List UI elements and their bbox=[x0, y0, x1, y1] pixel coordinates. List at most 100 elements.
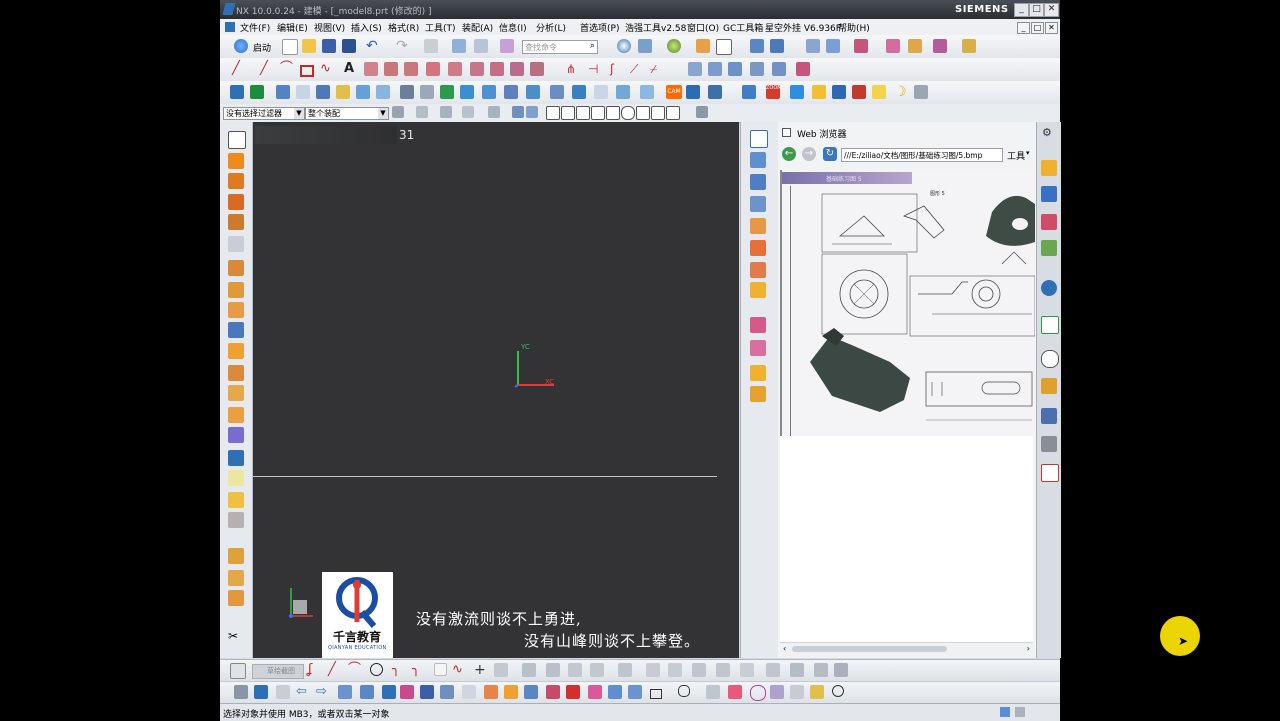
boolean-icon[interactable] bbox=[228, 450, 244, 466]
forward-icon[interactable]: → bbox=[802, 147, 816, 161]
snap-control-icon[interactable] bbox=[576, 106, 590, 120]
datum-csys-icon[interactable] bbox=[228, 282, 244, 298]
part-navigator-icon[interactable] bbox=[750, 174, 766, 190]
snap-intersection-icon[interactable] bbox=[591, 106, 605, 120]
roles-tab-icon[interactable] bbox=[1041, 408, 1057, 424]
snapshot-icon[interactable] bbox=[628, 685, 642, 699]
reuse-library-tab-icon[interactable] bbox=[1041, 240, 1057, 256]
close-button[interactable]: ✕ bbox=[1044, 3, 1059, 17]
reuse-library-icon[interactable] bbox=[750, 196, 766, 212]
delete-face-icon[interactable] bbox=[228, 385, 244, 401]
constraint-icon[interactable] bbox=[854, 39, 868, 53]
role-icon[interactable] bbox=[750, 365, 766, 381]
snap-midpoint-icon[interactable] bbox=[561, 106, 575, 120]
start-label[interactable]: 启动 bbox=[253, 41, 271, 54]
patch-icon[interactable] bbox=[228, 570, 244, 586]
point-icon[interactable] bbox=[228, 302, 244, 318]
tube-icon[interactable] bbox=[228, 492, 244, 508]
sketch-auto-constrain-icon[interactable] bbox=[716, 663, 730, 677]
palette-icon[interactable] bbox=[750, 386, 766, 402]
project-curve-icon[interactable] bbox=[384, 62, 398, 76]
pad-icon[interactable] bbox=[336, 85, 350, 99]
web-browser-icon[interactable] bbox=[750, 240, 766, 256]
layer-icon[interactable] bbox=[750, 39, 764, 53]
menu-file[interactable]: 文件(F) bbox=[240, 21, 270, 34]
snap-on-curve-icon[interactable] bbox=[651, 106, 665, 120]
chamfer-icon[interactable] bbox=[460, 85, 474, 99]
snap-existing-point-icon[interactable] bbox=[636, 106, 650, 120]
sketch-plane-icon[interactable] bbox=[228, 131, 246, 149]
web-browser-tab-icon[interactable] bbox=[1041, 316, 1059, 334]
moon-icon[interactable]: ☽ bbox=[894, 85, 908, 99]
sketch-finish-icon[interactable] bbox=[230, 663, 246, 679]
constraint-nav-tab-icon[interactable] bbox=[1041, 186, 1057, 202]
cam-icon[interactable]: CAM bbox=[666, 85, 682, 99]
text-icon[interactable]: A bbox=[344, 62, 358, 76]
browser-tools-menu[interactable]: 工具 bbox=[1007, 149, 1025, 162]
system-scene-tab-icon[interactable] bbox=[1041, 436, 1057, 452]
cylinder-icon[interactable] bbox=[228, 173, 244, 189]
sketch-spline-icon[interactable]: ∿ bbox=[452, 663, 466, 677]
block-icon[interactable] bbox=[228, 153, 244, 169]
manufacturing-wizard-icon[interactable] bbox=[750, 340, 766, 356]
lasso-select-icon[interactable] bbox=[706, 685, 720, 699]
calculator-icon[interactable] bbox=[872, 85, 886, 99]
sketch-icon[interactable] bbox=[742, 85, 756, 99]
cut-icon[interactable] bbox=[424, 39, 438, 53]
show-icon[interactable] bbox=[484, 685, 498, 699]
panel-pin-icon[interactable] bbox=[782, 128, 791, 137]
pmi-icon[interactable] bbox=[708, 85, 722, 99]
surface-edit-icon[interactable] bbox=[796, 62, 810, 76]
draft-icon[interactable] bbox=[482, 85, 496, 99]
find-icon[interactable] bbox=[500, 39, 514, 53]
menu-assembly[interactable]: 装配(A) bbox=[462, 21, 493, 34]
start-icon[interactable] bbox=[234, 39, 248, 53]
wrap-icon[interactable] bbox=[228, 548, 244, 564]
sketch-name-select[interactable]: 草绘截图 bbox=[252, 664, 304, 679]
manufacturing-icon[interactable] bbox=[686, 85, 700, 99]
save-as-icon[interactable] bbox=[342, 39, 356, 53]
graphics-viewport[interactable]: 31 YC XC 千言教育 QIANYAN EDUCATION 没有激流则谈不上… bbox=[253, 122, 739, 658]
history-icon[interactable] bbox=[750, 262, 766, 278]
menu-analysis[interactable]: 分析(L) bbox=[536, 21, 566, 34]
menu-gc-toolbox[interactable]: GC工具箱 bbox=[723, 21, 763, 34]
sketch-extend-icon[interactable] bbox=[546, 663, 560, 677]
suppress-icon[interactable] bbox=[382, 685, 396, 699]
sketch-point-icon[interactable]: + bbox=[474, 663, 488, 677]
arc-icon[interactable]: ⌒ bbox=[280, 62, 294, 76]
color-filter-icon[interactable] bbox=[462, 106, 474, 118]
sketch-derived-icon[interactable] bbox=[646, 663, 660, 677]
sketch-corner-icon[interactable] bbox=[568, 663, 582, 677]
selection-scope-select[interactable]: 整个装配 ▼ bbox=[305, 107, 389, 120]
slot-icon[interactable] bbox=[356, 85, 370, 99]
offset-face-icon[interactable] bbox=[228, 322, 244, 338]
play-icon[interactable] bbox=[810, 685, 824, 699]
box-select-icon[interactable] bbox=[650, 689, 662, 699]
view-triad-icon[interactable] bbox=[512, 106, 524, 118]
back-icon[interactable]: ← bbox=[782, 147, 796, 161]
extrude-icon[interactable] bbox=[230, 85, 244, 99]
rotate-icon[interactable] bbox=[790, 85, 804, 99]
type-filter-icon[interactable] bbox=[416, 106, 428, 118]
resource-bar-settings-icon[interactable]: ⚙ bbox=[1042, 126, 1052, 139]
line-icon[interactable]: ╱ bbox=[232, 62, 246, 76]
constraint-navigator-icon[interactable] bbox=[750, 152, 766, 168]
layer-settings-icon[interactable] bbox=[770, 39, 784, 53]
new-file-icon[interactable] bbox=[282, 39, 298, 55]
open-folder-icon[interactable] bbox=[302, 39, 316, 53]
fillet-curve-icon[interactable]: ʃ bbox=[610, 62, 624, 76]
undo-icon[interactable]: ↶ bbox=[366, 39, 380, 53]
shell-icon[interactable] bbox=[504, 85, 518, 99]
snap-settings-icon[interactable] bbox=[696, 106, 708, 118]
sketch-mirror-icon[interactable] bbox=[590, 663, 604, 677]
selection-filter-select[interactable]: 没有选择过滤器 ▼ bbox=[223, 107, 305, 120]
mesh-surface-icon[interactable] bbox=[728, 62, 742, 76]
cube-icon[interactable] bbox=[420, 685, 434, 699]
menu-edit[interactable]: 编辑(E) bbox=[277, 21, 308, 34]
sketch-pattern-icon[interactable] bbox=[618, 663, 632, 677]
trim-body-icon[interactable] bbox=[550, 85, 564, 99]
scroll-left-icon[interactable]: ‹ bbox=[783, 644, 786, 653]
rib-icon[interactable] bbox=[228, 512, 244, 528]
sketch-fillet-icon[interactable]: ╮ bbox=[392, 663, 406, 677]
pocket-icon[interactable] bbox=[316, 85, 330, 99]
